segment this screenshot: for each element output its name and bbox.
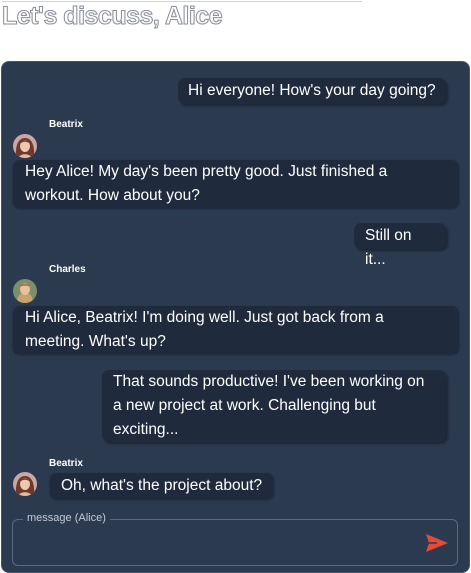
page-title: Let's discuss, Alice [1, 2, 223, 31]
sender-name: Beatrix [49, 119, 83, 130]
message-bubble-outgoing: That sounds productive! I've been workin… [102, 370, 446, 442]
message-composer: message (Alice) [12, 512, 458, 566]
message-input[interactable] [23, 530, 417, 556]
sender-name: Charles [49, 264, 86, 275]
message-text: Oh, what's the project about? [61, 477, 263, 494]
send-icon[interactable] [424, 530, 450, 556]
avatar-charles [13, 279, 37, 303]
message-bubble-incoming: Hi Alice, Beatrix! I'm doing well. Just … [13, 306, 459, 354]
message-bubble-incoming: Hey Alice! My day's been pretty good. Ju… [13, 160, 459, 208]
sender-name: Beatrix [49, 458, 83, 469]
message-text: Hi Alice, Beatrix! I'm doing well. Just … [25, 309, 384, 350]
message-text: Hi everyone! How's your day going? [188, 82, 436, 99]
message-text: Hey Alice! My day's been pretty good. Ju… [25, 163, 388, 204]
message-bubble-outgoing: Hi everyone! How's your day going? [178, 78, 446, 104]
composer-label: message (Alice) [23, 512, 110, 524]
message-bubble-outgoing: Still on it... [354, 223, 446, 268]
avatar-beatrix [13, 134, 37, 158]
message-bubble-incoming: Oh, what's the project about? [50, 473, 274, 499]
message-text: That sounds productive! I've been workin… [113, 373, 425, 438]
avatar-beatrix [13, 472, 37, 496]
